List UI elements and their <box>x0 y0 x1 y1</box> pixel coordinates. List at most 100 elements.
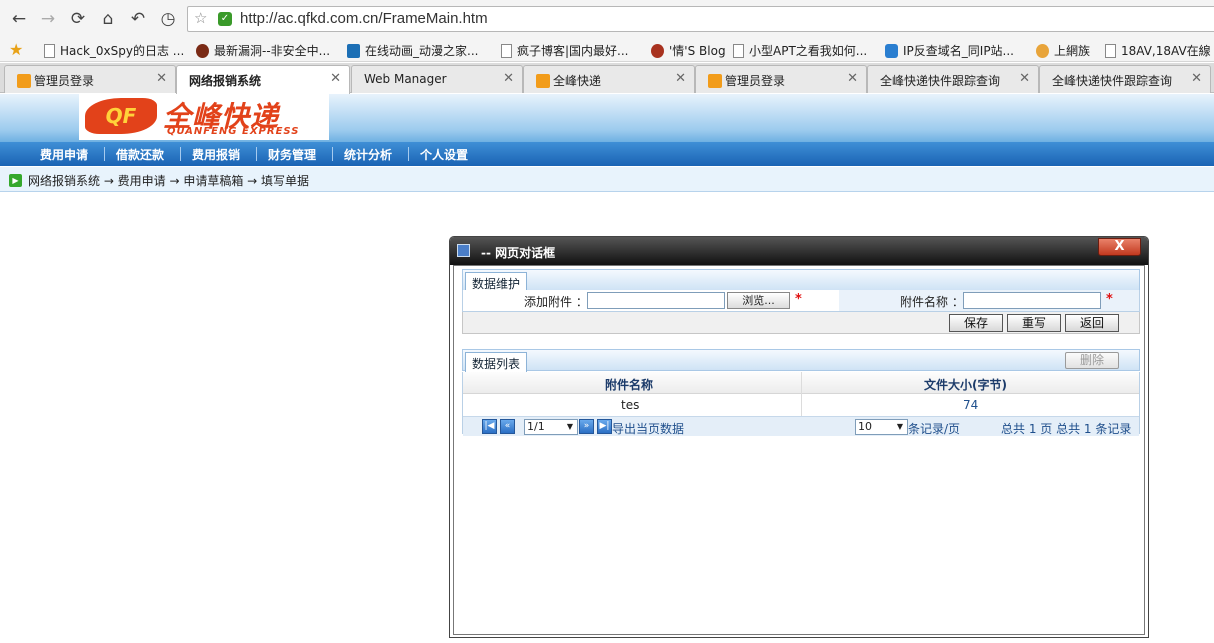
browser-tab-active[interactable]: 网络报销系统 ✕ <box>176 65 350 94</box>
browser-tab[interactable]: 全峰快递快件跟踪查询 ✕ <box>867 65 1039 93</box>
browser-toolbar: ← → ⟳ ⌂ ↶ ◷ ☆ ✓ http://ac.qfkd.com.cn/Fr… <box>0 0 1214 38</box>
bookmark-item[interactable]: 18AV,18AV在線 <box>1105 42 1211 60</box>
url-text[interactable]: http://ac.qfkd.com.cn/FrameMain.htm <box>240 10 488 27</box>
menu-personal-settings[interactable]: 个人设置 <box>420 146 468 163</box>
tab-favicon-icon <box>17 74 31 88</box>
page-size-select[interactable]: 10 ▼ <box>855 419 908 435</box>
tab-data-maintain[interactable]: 数据维护 <box>465 272 528 292</box>
bookmark-item[interactable]: 小型APT之看我如何... <box>733 42 867 60</box>
breadcrumb-text: 网络报销系统 → 费用申请 → 申请草稿箱 → 填写单据 <box>28 174 310 188</box>
per-page-label: 条记录/页 <box>908 422 961 436</box>
bookmark-star-icon[interactable]: ☆ <box>194 9 207 27</box>
list-section-header: 数据列表 删除 <box>462 349 1140 372</box>
column-header-name[interactable]: 附件名称 <box>605 376 653 393</box>
menu-divider <box>256 147 257 161</box>
close-button[interactable]: X <box>1098 238 1141 256</box>
pig-icon <box>1036 44 1049 58</box>
globe-icon <box>885 44 898 58</box>
save-button[interactable]: 保存 <box>949 314 1003 332</box>
maintain-section-header: 数据维护 <box>462 269 1140 292</box>
close-tab-icon[interactable]: ✕ <box>675 71 686 86</box>
bookmark-item[interactable]: Hack_0xSpy的日志 ... <box>44 42 184 60</box>
close-tab-icon[interactable]: ✕ <box>1191 71 1202 86</box>
browser-tab[interactable]: Web Manager ✕ <box>351 65 523 93</box>
dialog-body: 数据维护 添加附件 ： 浏览... * 附件名称 ： * 保存 重写 返回 数据… <box>453 265 1145 635</box>
app-header: QF 全峰快递 QUANFENG EXPRESS <box>0 94 1214 142</box>
menu-loan-repay[interactable]: 借款还款 <box>116 146 164 163</box>
breadcrumb: ▶ 网络报销系统 → 费用申请 → 申请草稿箱 → 填写单据 <box>0 167 1214 192</box>
bookmark-item[interactable]: 上網族 <box>1036 42 1090 60</box>
page-icon <box>501 44 512 58</box>
page-select[interactable]: 1/1 ▼ <box>524 419 578 435</box>
close-tab-icon[interactable]: ✕ <box>1019 71 1030 86</box>
menu-expense-apply[interactable]: 费用申请 <box>40 146 88 163</box>
menu-finance[interactable]: 财务管理 <box>268 146 316 163</box>
calendar-icon <box>347 44 360 58</box>
last-page-icon[interactable]: ▶| <box>597 419 612 434</box>
tab-strip: 管理员登录 ✕ 网络报销系统 ✕ Web Manager ✕ 全峰快递 ✕ 管理… <box>0 63 1214 94</box>
page-icon <box>1105 44 1116 58</box>
menu-divider <box>180 147 181 161</box>
attachment-name-label: 附件名称 ： <box>900 295 964 309</box>
bookmark-item[interactable]: 疯子博客|国内最好... <box>501 42 629 60</box>
chevron-down-icon: ▼ <box>896 422 904 431</box>
browse-button[interactable]: 浏览... <box>727 292 790 309</box>
first-page-icon[interactable]: |◀ <box>482 419 497 434</box>
back-arrow-icon[interactable]: ← <box>9 9 29 29</box>
pagination-bar: |◀ « 1/1 ▼ » ▶| 导出当页数据 10 ▼ 条记录/页 总共 1 页… <box>463 416 1139 436</box>
menu-divider <box>104 147 105 161</box>
close-tab-icon[interactable]: ✕ <box>847 71 858 86</box>
bug-icon <box>196 44 209 58</box>
attachment-table: 附件名称 文件大小(字节) tes 74 |◀ « 1/1 ▼ » ▶| 导出当… <box>462 372 1140 436</box>
column-divider <box>801 372 802 416</box>
attachment-name-input[interactable] <box>963 292 1101 309</box>
tab-favicon-icon <box>536 74 550 88</box>
browser-tab[interactable]: 管理员登录 ✕ <box>695 65 867 93</box>
browser-tab[interactable]: 管理员登录 ✕ <box>4 65 176 93</box>
secure-shield-icon: ✓ <box>218 12 232 26</box>
logo-mark-icon: QF <box>85 98 157 134</box>
back-button[interactable]: 返回 <box>1065 314 1119 332</box>
column-header-size[interactable]: 文件大小(字节) <box>924 376 1007 393</box>
export-page-link[interactable]: 导出当页数据 <box>612 420 684 437</box>
form-actions: 保存 重写 返回 <box>462 312 1140 334</box>
close-tab-icon[interactable]: ✕ <box>330 71 341 86</box>
forward-arrow-icon[interactable]: → <box>38 9 58 29</box>
menu-statistics[interactable]: 统计分析 <box>344 146 392 163</box>
browser-tab[interactable]: 全峰快递快件跟踪查询 ✕ <box>1039 65 1211 93</box>
undo-icon[interactable]: ↶ <box>128 9 148 29</box>
bookmark-item[interactable]: 在线动画_动漫之家... <box>347 42 478 60</box>
browser-tab[interactable]: 全峰快递 ✕ <box>523 65 695 93</box>
attachment-file-input[interactable] <box>587 292 725 309</box>
menu-reimburse[interactable]: 费用报销 <box>192 146 240 163</box>
logo-subtitle: QUANFENG EXPRESS <box>167 126 300 137</box>
company-logo: QF 全峰快递 QUANFENG EXPRESS <box>79 94 329 140</box>
bookmarks-bar: ★ Hack_0xSpy的日志 ... 最新漏洞--非安全中... 在线动画_动… <box>0 38 1214 62</box>
menu-divider <box>332 147 333 161</box>
attachment-label: 添加附件 ： <box>524 295 588 309</box>
main-menu: 费用申请 借款还款 费用报销 财务管理 统计分析 个人设置 <box>0 142 1214 166</box>
prev-page-icon[interactable]: « <box>500 419 515 434</box>
play-arrow-icon: ▶ <box>9 174 22 187</box>
close-tab-icon[interactable]: ✕ <box>503 71 514 86</box>
tab-data-list[interactable]: 数据列表 <box>465 352 528 372</box>
page-icon <box>44 44 55 58</box>
address-bar[interactable]: ☆ ✓ http://ac.qfkd.com.cn/FrameMain.htm <box>187 6 1214 32</box>
bookmarks-star-icon[interactable]: ★ <box>9 40 23 59</box>
reload-icon[interactable]: ⟳ <box>68 9 88 29</box>
reset-button[interactable]: 重写 <box>1007 314 1061 332</box>
bookmark-item[interactable]: 最新漏洞--非安全中... <box>196 42 330 60</box>
bookmark-item[interactable]: '情'S Blog <box>651 42 726 60</box>
cell-attachment-name[interactable]: tes <box>621 398 639 412</box>
dialog-titlebar[interactable]: -- 网页对话框 X <box>450 237 1148 265</box>
home-icon[interactable]: ⌂ <box>98 9 118 29</box>
tab-favicon-icon <box>708 74 722 88</box>
close-tab-icon[interactable]: ✕ <box>156 71 167 86</box>
attachment-form-row: 添加附件 ： 浏览... * 附件名称 ： * <box>462 290 1140 312</box>
bookmark-item[interactable]: IP反查域名_同IP站... <box>885 42 1014 60</box>
page-icon <box>733 44 744 58</box>
next-page-icon[interactable]: » <box>579 419 594 434</box>
delete-button[interactable]: 删除 <box>1065 352 1119 369</box>
history-icon[interactable]: ◷ <box>158 9 178 29</box>
avatar-icon <box>651 44 664 58</box>
